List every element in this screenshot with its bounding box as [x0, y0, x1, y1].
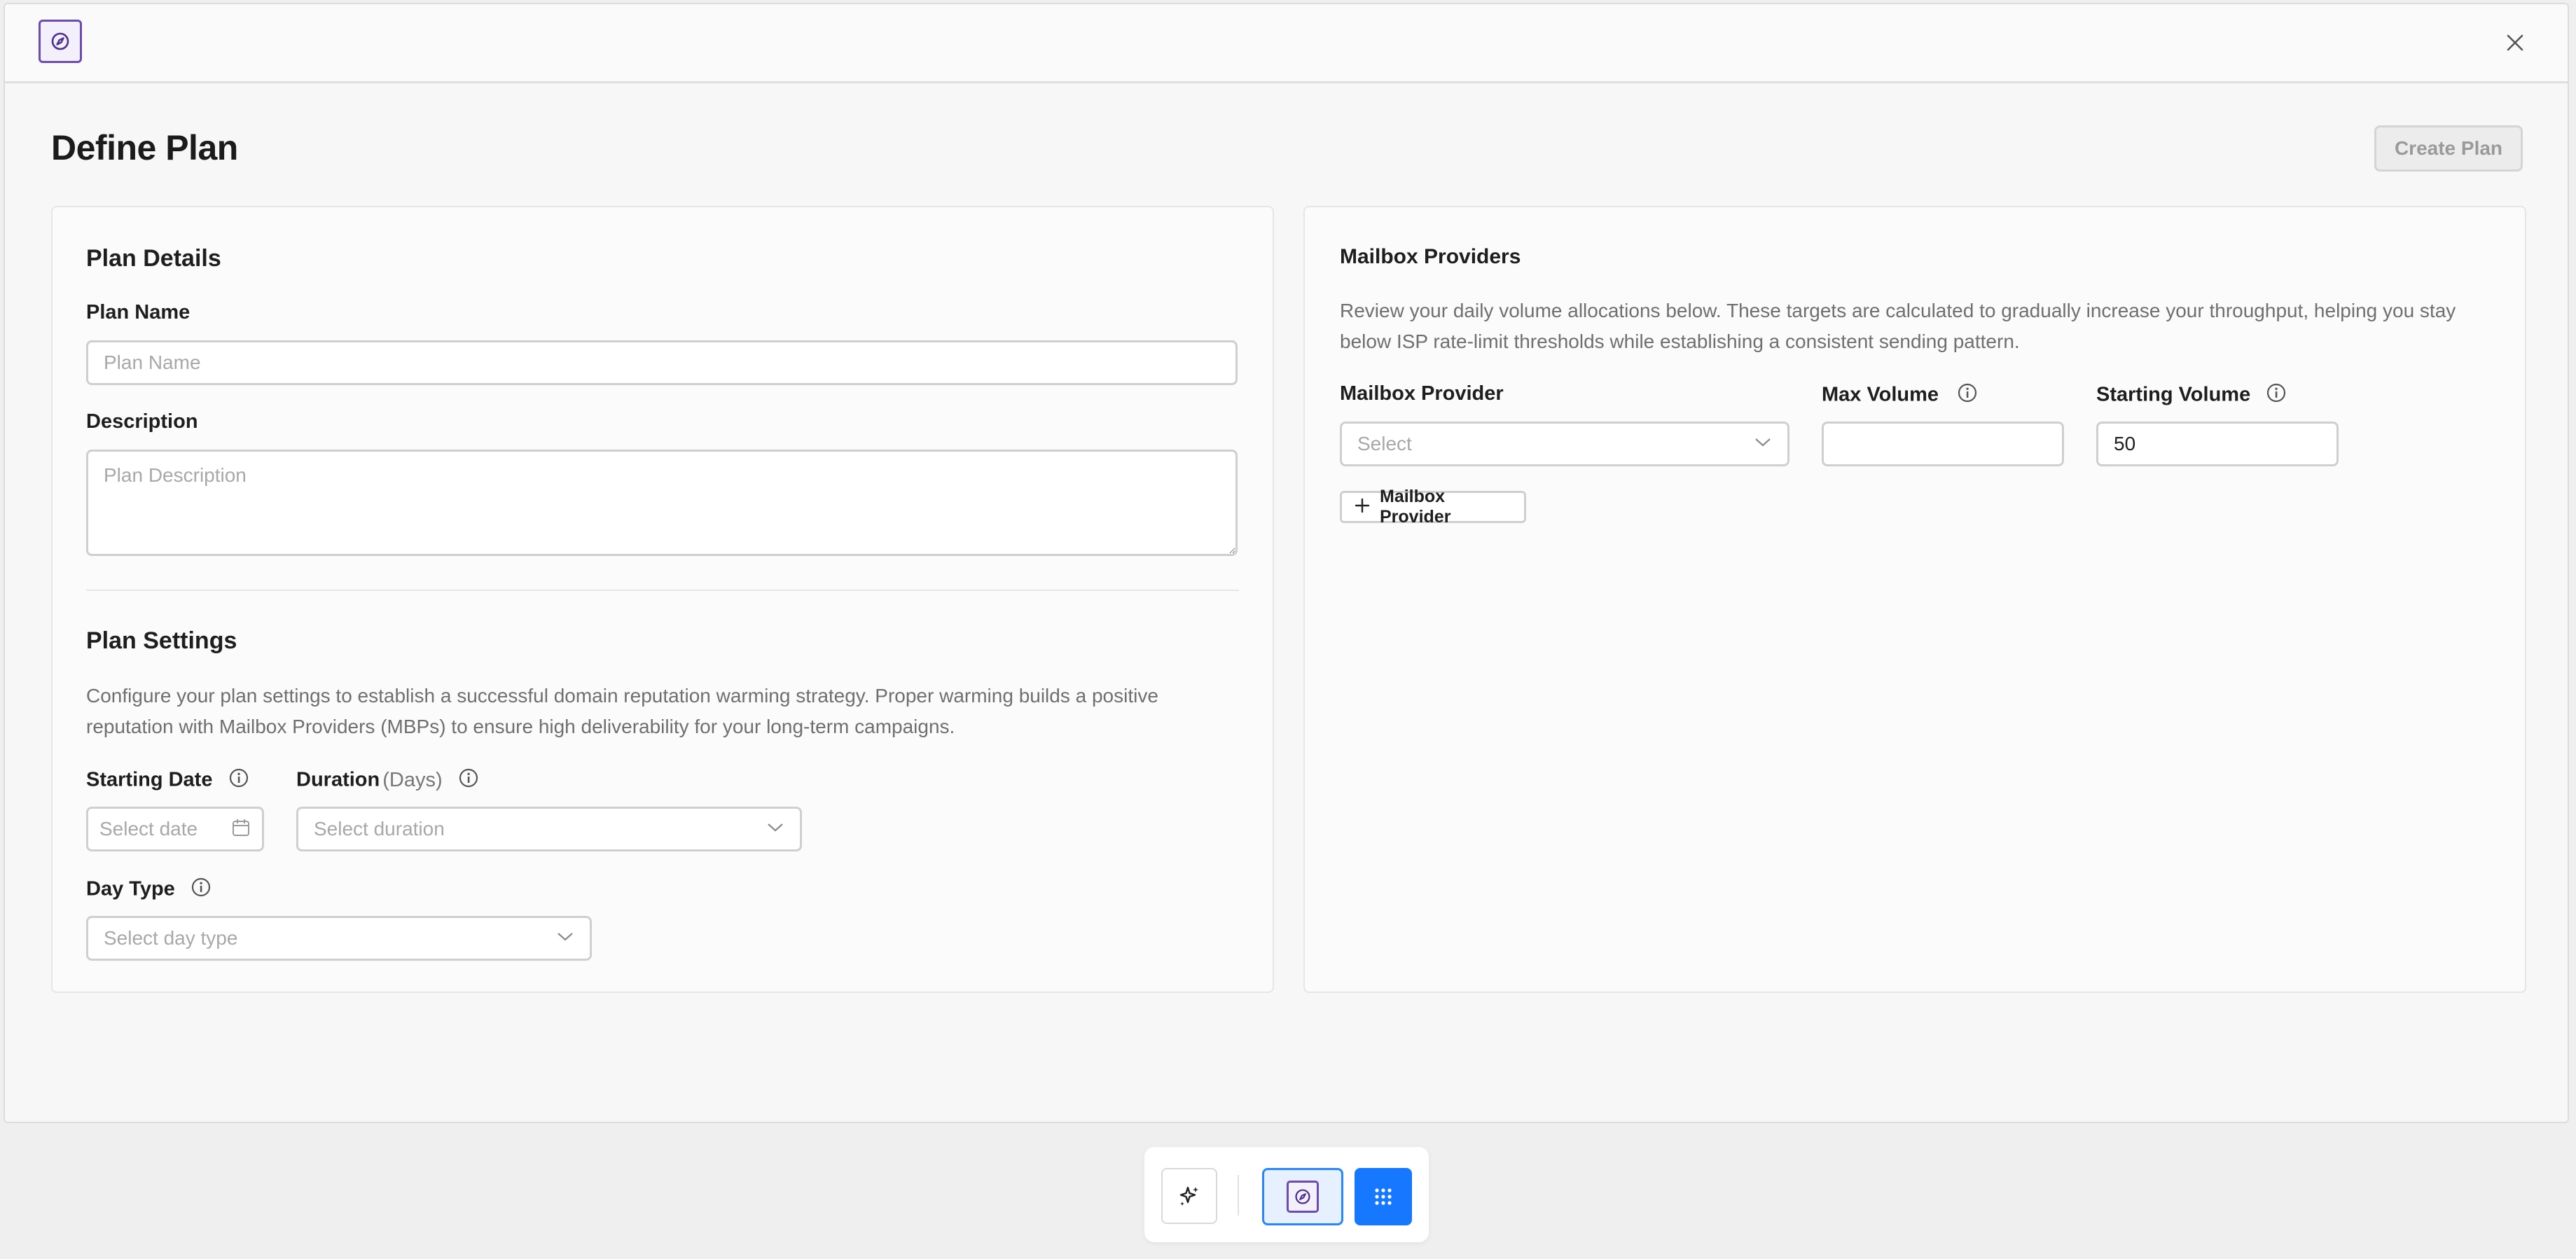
- starting-volume-label-text: Starting Volume: [2096, 383, 2251, 406]
- duration-unit: (Days): [382, 768, 443, 791]
- mailbox-providers-card: Mailbox Providers Review your daily volu…: [1303, 206, 2526, 993]
- apps-grid-icon[interactable]: [1355, 1168, 1412, 1225]
- info-icon[interactable]: [1957, 382, 1978, 409]
- max-volume-input[interactable]: [1822, 422, 2064, 466]
- mailbox-provider-placeholder: Select: [1357, 433, 1412, 454]
- starting-date-label: Starting Date: [86, 767, 249, 794]
- duration-placeholder: Select duration: [314, 818, 445, 840]
- window-header: [5, 4, 2568, 83]
- description-textarea[interactable]: [86, 450, 1238, 556]
- starting-date-placeholder: Select date: [99, 818, 198, 840]
- app-window: Define Plan Create Plan Plan Details Pla…: [4, 3, 2569, 1123]
- mailbox-providers-description: Review your daily volume allocations bel…: [1340, 300, 2456, 352]
- section-divider: [86, 590, 1239, 591]
- app-logo-icon[interactable]: [39, 20, 82, 63]
- chevron-down-icon: [766, 822, 784, 837]
- sparkle-icon[interactable]: [1161, 1168, 1217, 1224]
- compass-icon: [1287, 1181, 1319, 1213]
- max-volume-label: Max Volume: [1822, 382, 1978, 409]
- day-type-placeholder: Select day type: [104, 927, 238, 949]
- info-icon[interactable]: [2266, 382, 2287, 409]
- chevron-down-icon: [556, 931, 574, 946]
- plan-details-title: Plan Details: [86, 245, 221, 272]
- info-icon[interactable]: [228, 767, 249, 794]
- bottom-dock: [1144, 1147, 1429, 1242]
- compass-app-icon[interactable]: [1262, 1168, 1343, 1225]
- starting-date-picker[interactable]: Select date: [86, 807, 264, 851]
- duration-label-text: Duration: [296, 768, 380, 791]
- plus-icon: [1355, 498, 1370, 517]
- mailbox-providers-title: Mailbox Providers: [1340, 245, 1521, 268]
- calendar-icon: [231, 818, 251, 841]
- chevron-down-icon: [1754, 437, 1772, 452]
- day-type-select[interactable]: Select day type: [86, 916, 592, 961]
- day-type-label-text: Day Type: [86, 877, 175, 900]
- info-icon[interactable]: [191, 877, 212, 903]
- page-title: Define Plan: [51, 128, 238, 167]
- plan-name-input[interactable]: [86, 340, 1238, 385]
- plan-settings-description: Configure your plan settings to establis…: [86, 685, 1158, 737]
- info-icon[interactable]: [458, 767, 479, 794]
- dock-separator: [1238, 1175, 1239, 1216]
- day-type-label: Day Type: [86, 877, 212, 903]
- close-icon[interactable]: [2503, 31, 2527, 55]
- plan-settings-title: Plan Settings: [86, 627, 237, 654]
- plan-name-label: Plan Name: [86, 301, 191, 324]
- starting-volume-label: Starting Volume: [2096, 382, 2287, 409]
- starting-date-label-text: Starting Date: [86, 768, 213, 791]
- create-plan-button[interactable]: Create Plan: [2374, 125, 2523, 172]
- description-label: Description: [86, 410, 198, 433]
- max-volume-label-text: Max Volume: [1822, 383, 1939, 406]
- plan-details-card: Plan Details Plan Name Description Plan …: [51, 206, 1274, 993]
- duration-label: Duration (Days): [296, 767, 479, 794]
- duration-select[interactable]: Select duration: [296, 807, 802, 851]
- starting-volume-input[interactable]: [2096, 422, 2339, 466]
- mailbox-provider-label: Mailbox Provider: [1340, 382, 1504, 405]
- mailbox-provider-select[interactable]: Select: [1340, 422, 1789, 466]
- add-mailbox-provider-label: Mailbox Provider: [1380, 487, 1451, 527]
- add-mailbox-provider-button[interactable]: Mailbox Provider: [1340, 487, 1526, 527]
